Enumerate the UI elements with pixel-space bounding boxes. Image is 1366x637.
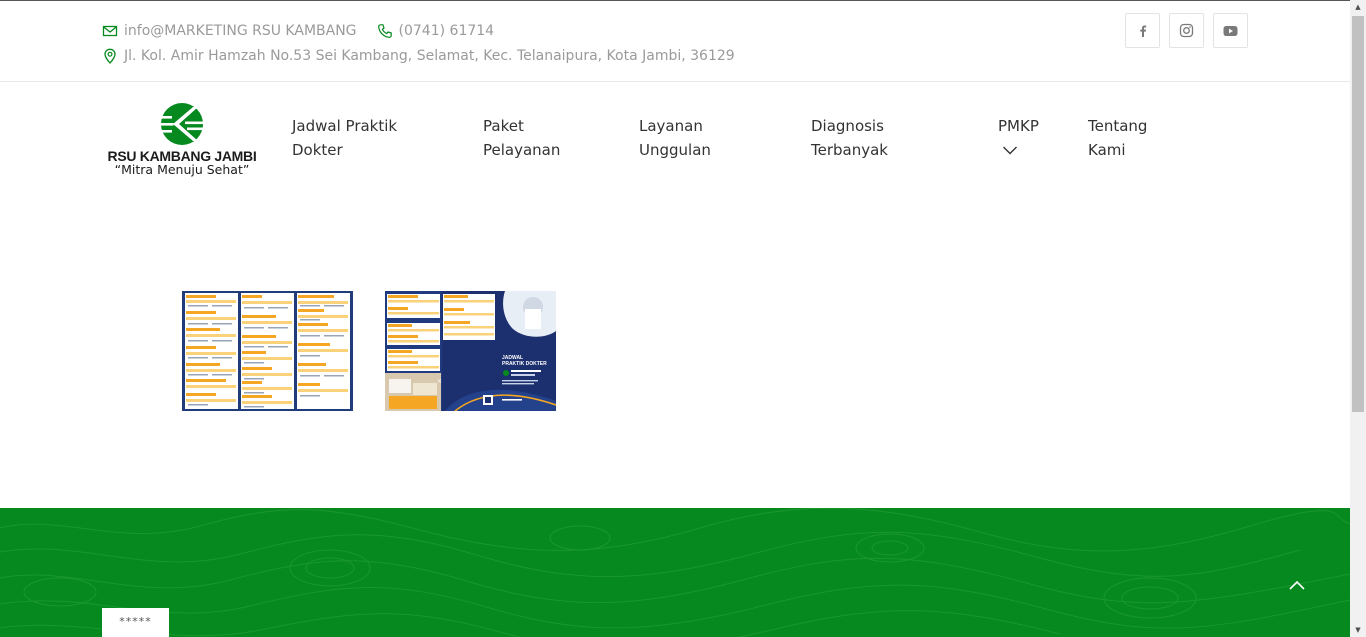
scrollbar-thumb[interactable] (1352, 16, 1364, 412)
contact-row-address: Jl. Kol. Amir Hamzah No.53 Sei Kambang, … (102, 48, 735, 64)
instagram-icon (1179, 23, 1194, 38)
nav-layanan-unggulan[interactable]: Layanan Unggulan (639, 114, 711, 162)
nav-label-line1: PMKP (998, 117, 1039, 135)
nav-jadwal-praktik-dokter[interactable]: Jadwal Praktik Dokter (292, 114, 397, 162)
youtube-button[interactable] (1213, 13, 1248, 48)
chevron-up-icon (1289, 580, 1305, 590)
nav-label-line2: Pelayanan (483, 141, 561, 159)
social-links (1116, 13, 1248, 48)
scroll-down-arrow[interactable]: ▼ (1350, 623, 1366, 637)
nav-label-line1: Tentang (1088, 117, 1148, 135)
map-pin-icon (102, 48, 118, 64)
main-header: RSU KAMBANG JAMBI “Mitra Menuju Sehat” J… (0, 82, 1350, 192)
facebook-icon (1139, 25, 1146, 37)
scroll-to-top-button[interactable] (1286, 574, 1308, 596)
kambang-logo-icon (160, 103, 203, 145)
brochure-cover-image: JADWAL PRAKTIK DOKTER × (385, 291, 557, 412)
nav-label-line2: Dokter (292, 141, 343, 159)
nav-pmkp-dropdown[interactable]: PMKP (998, 114, 1039, 162)
nav-label-line1: Layanan (639, 117, 703, 135)
site-logo[interactable]: RSU KAMBANG JAMBI “Mitra Menuju Sehat” (104, 102, 260, 182)
nav-label-line2: Kami (1088, 141, 1126, 159)
nav-paket-pelayanan[interactable]: Paket Pelayanan (483, 114, 560, 162)
nav-diagnosis-terbanyak[interactable]: Diagnosis Terbanyak (811, 114, 888, 162)
top-contact-bar: info@MARKETING RSU KAMBANG (0741) 61714 … (0, 1, 1350, 82)
nav-label-line1: Jadwal Praktik (292, 117, 398, 135)
nav-label-line2: Terbanyak (811, 141, 888, 159)
nav-pmkp-row: PMKP (998, 114, 1039, 162)
phone-contact[interactable]: (0741) 61714 (377, 23, 495, 39)
schedule-table-image (182, 291, 353, 411)
nav-label-line2: Unggulan (639, 141, 711, 159)
facebook-button[interactable] (1125, 13, 1160, 48)
email-link[interactable]: info@MARKETING RSU KAMBANG (124, 23, 357, 39)
page-scrollbar[interactable]: ▲ ▼ (1350, 0, 1366, 637)
password-field[interactable]: ***** (102, 608, 169, 637)
phone-number: (0741) 61714 (398, 23, 495, 39)
chevron-down-icon (1003, 146, 1017, 155)
logo-tagline: “Mitra Menuju Sehat” (114, 162, 250, 177)
contour-pattern (0, 508, 1350, 637)
nav-tentang-kami[interactable]: Tentang Kami (1088, 114, 1147, 162)
svg-text:×: × (437, 378, 442, 385)
instagram-button[interactable] (1169, 13, 1204, 48)
svg-text:PRAKTIK DOKTER: PRAKTIK DOKTER (502, 361, 547, 367)
scroll-up-arrow[interactable]: ▲ (1350, 0, 1366, 14)
contact-row-email-phone: info@MARKETING RSU KAMBANG (0741) 61714 (102, 23, 494, 39)
address-text: Jl. Kol. Amir Hamzah No.53 Sei Kambang, … (124, 48, 735, 64)
nav-label-line1: Diagnosis (811, 117, 884, 135)
schedule-thumbnail-2[interactable]: JADWAL PRAKTIK DOKTER × (385, 291, 557, 412)
mail-icon (102, 23, 118, 39)
youtube-icon (1223, 25, 1238, 36)
site-footer: ***** (0, 508, 1350, 637)
nav-label-line1: Paket (483, 117, 524, 135)
schedule-thumbnail-1[interactable] (182, 291, 353, 411)
phone-icon (377, 23, 393, 39)
